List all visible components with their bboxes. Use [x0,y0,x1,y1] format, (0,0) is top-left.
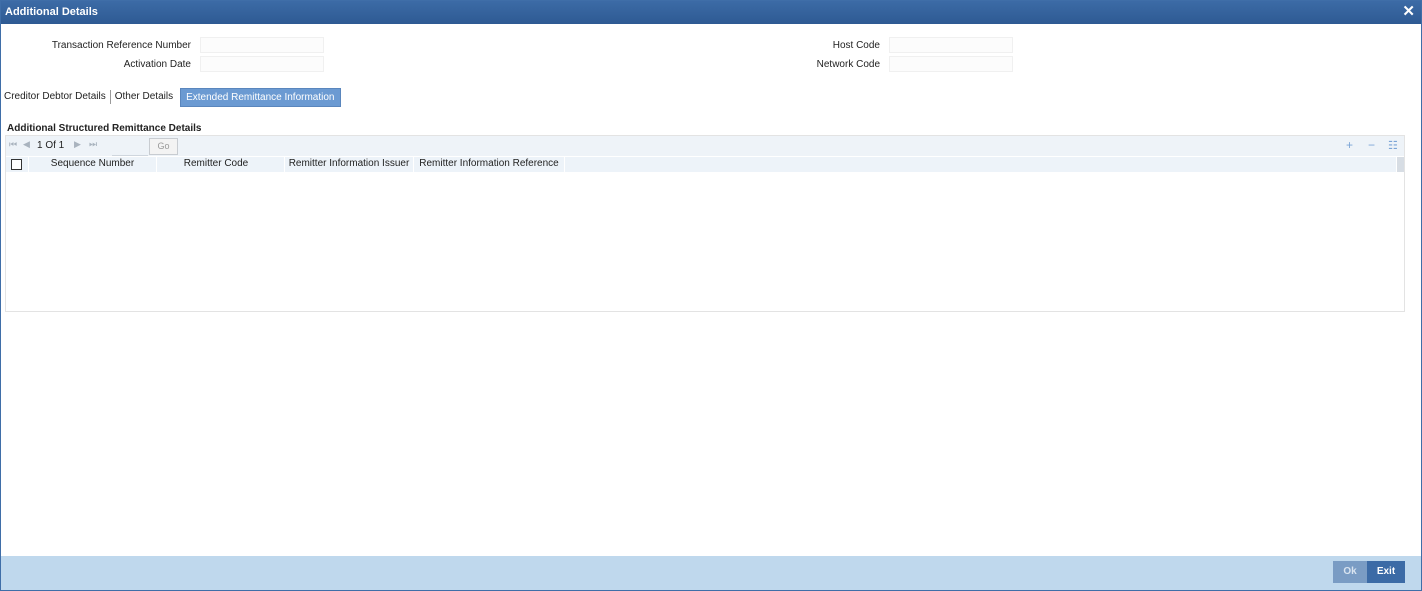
add-row-icon[interactable]: + [1346,138,1353,152]
tab-creditor-debtor-details[interactable]: Creditor Debtor Details [3,90,111,104]
first-page-icon[interactable]: ⏮ [9,139,17,150]
host-code-label: Host Code [832,40,880,51]
network-code-field[interactable] [889,56,1013,72]
section-title: Additional Structured Remittance Details [7,123,202,134]
column-divider [564,157,565,172]
additional-details-window: Additional Details ✕ Transaction Referen… [0,0,1422,591]
transaction-reference-number-field[interactable] [200,37,324,53]
column-header-remitter-information-reference[interactable]: Remitter Information Reference [414,157,564,172]
grid-vertical-scrollbar[interactable] [1397,157,1404,172]
column-header-remitter-code[interactable]: Remitter Code [157,157,275,172]
activation-date-field[interactable] [200,56,324,72]
ok-button[interactable]: Ok [1333,561,1367,583]
close-icon[interactable]: ✕ [1402,4,1415,20]
page-number-input[interactable] [112,139,148,156]
network-code-label: Network Code [816,59,880,70]
transaction-reference-number-label: Transaction Reference Number [51,40,191,51]
single-view-icon[interactable]: ☷ [1388,139,1398,152]
footer-bar: Ok Exit [1,556,1421,590]
host-code-field[interactable] [889,37,1013,53]
grid-pager: ⏮ ◀ 1 Of 1 ▶ ⏭ Go + − ☷ [6,136,1404,156]
prev-page-icon[interactable]: ◀ [23,139,30,150]
select-all-checkbox[interactable] [11,159,22,170]
tab-other-details[interactable]: Other Details [111,88,177,106]
column-header-remitter-information-issuer[interactable]: Remitter Information Issuer [285,157,413,172]
window-title: Additional Details [5,6,98,18]
activation-date-label: Activation Date [123,59,191,70]
tab-extended-remittance-information[interactable]: Extended Remittance Information [180,87,341,107]
column-header-sequence-number[interactable]: Sequence Number [29,157,156,172]
remittance-details-grid: ⏮ ◀ 1 Of 1 ▶ ⏭ Go + − ☷ Sequence Number … [5,135,1405,312]
exit-button[interactable]: Exit [1367,561,1405,583]
pager-text: 1 Of 1 [37,140,65,151]
next-page-icon[interactable]: ▶ [74,139,81,150]
tab-bar: Creditor Debtor Details Other Details Ex… [3,87,341,107]
title-bar: Additional Details ✕ [1,1,1421,24]
delete-row-icon[interactable]: − [1368,138,1375,152]
go-button[interactable]: Go [149,138,178,155]
grid-header-row: Sequence Number Remitter Code Remitter I… [6,157,1396,172]
last-page-icon[interactable]: ⏭ [89,139,97,150]
